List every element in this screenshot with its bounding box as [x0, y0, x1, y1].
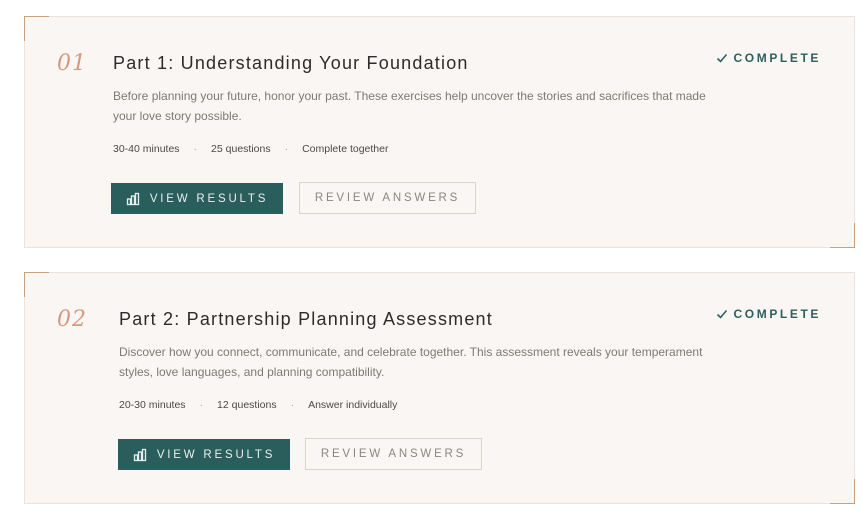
check-icon: [716, 309, 727, 319]
view-results-button[interactable]: VIEW RESULTS: [118, 439, 290, 470]
section-meta: 20-30 minutes · 12 questions · Answer in…: [119, 399, 397, 411]
section-description: Discover how you connect, communicate, a…: [119, 345, 703, 379]
view-results-label: VIEW RESULTS: [156, 448, 276, 461]
view-results-label: VIEW RESULTS: [149, 192, 269, 205]
section-number: 01: [57, 51, 87, 76]
review-answers-button[interactable]: REVIEW ANSWERS: [305, 438, 482, 470]
meta-duration: 30-40 minutes: [113, 143, 180, 155]
section-title: Part 1: Understanding Your Foundation: [113, 53, 469, 73]
section-card-part-1: 01 Part 1: Understanding Your Foundation…: [24, 16, 855, 248]
bar-chart-icon: [133, 448, 146, 461]
status-badge: COMPLETE: [716, 51, 821, 65]
corner-accent-bottom-right: [830, 479, 855, 504]
meta-separator: ·: [193, 143, 198, 155]
review-answers-label: REVIEW ANSWERS: [314, 192, 461, 204]
section-title: Part 2: Partnership Planning Assessment: [119, 309, 493, 329]
meta-mode: Answer individually: [308, 399, 398, 411]
section-card-part-2: 02 Part 2: Partnership Planning Assessme…: [24, 272, 855, 504]
review-answers-label: REVIEW ANSWERS: [320, 448, 467, 460]
corner-accent-top-left: [24, 272, 49, 297]
section-meta: 30-40 minutes · 25 questions · Complete …: [113, 143, 388, 155]
meta-mode: Complete together: [302, 143, 389, 155]
meta-separator: ·: [284, 143, 289, 155]
meta-questions: 12 questions: [217, 399, 277, 411]
status-label: COMPLETE: [733, 307, 821, 321]
view-results-button[interactable]: VIEW RESULTS: [111, 183, 283, 214]
corner-accent-bottom-right: [830, 223, 855, 248]
status-label: COMPLETE: [733, 51, 821, 65]
section-description: Before planning your future, honor your …: [113, 89, 706, 123]
meta-separator: ·: [199, 399, 204, 411]
meta-questions: 25 questions: [211, 143, 271, 155]
assessment-page: 01 Part 1: Understanding Your Foundation…: [0, 0, 867, 522]
section-number: 02: [57, 307, 87, 332]
bar-chart-icon: [126, 192, 139, 205]
check-icon: [716, 53, 727, 63]
review-answers-button[interactable]: REVIEW ANSWERS: [299, 182, 476, 214]
corner-accent-top-left: [24, 16, 49, 41]
meta-separator: ·: [290, 399, 295, 411]
meta-duration: 20-30 minutes: [119, 399, 186, 411]
status-badge: COMPLETE: [716, 307, 821, 321]
